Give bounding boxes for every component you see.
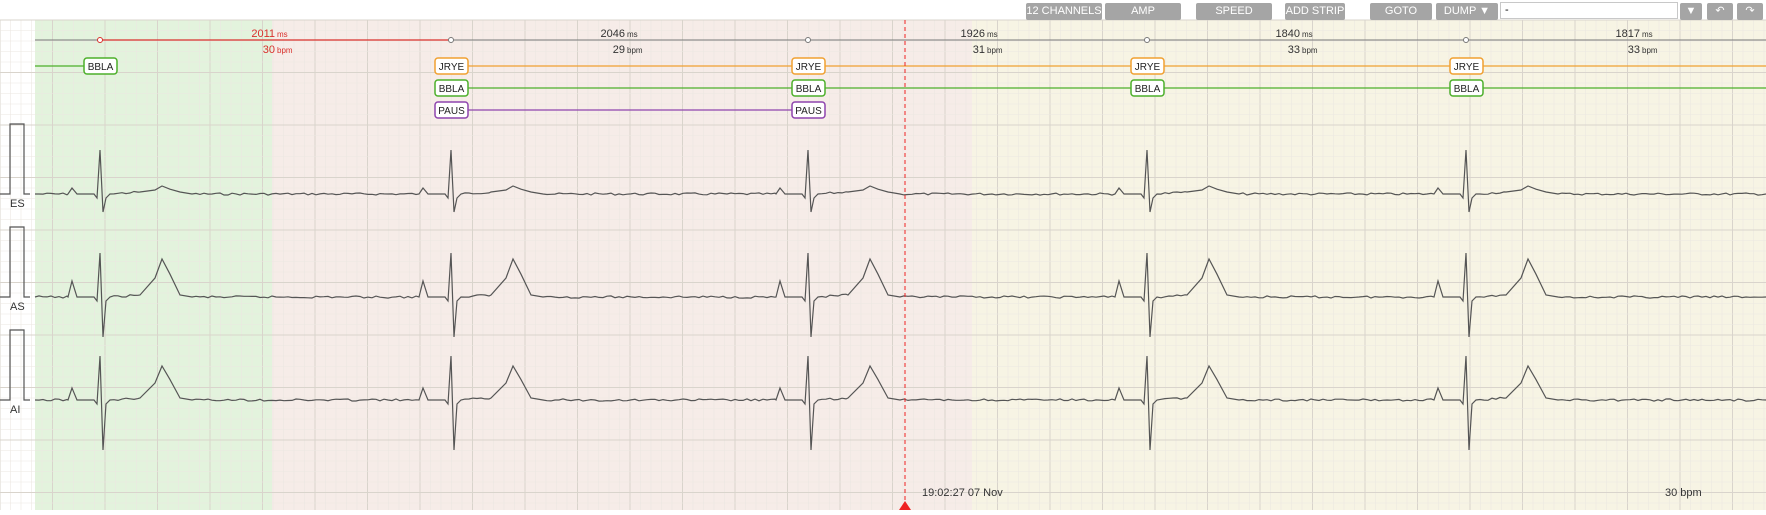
interval-ms: 1926 <box>961 28 985 40</box>
beat-marker[interactable] <box>805 37 811 43</box>
interval-ms: 2011 <box>251 28 275 40</box>
interval-bpm-unit: bpm <box>1302 46 1318 55</box>
annotation-tag-label: JRYE <box>1135 62 1161 73</box>
annotation-tag-label: BBLA <box>1135 84 1161 95</box>
channel-label-es: ES <box>10 198 25 210</box>
interval-ms-unit: ms <box>627 30 638 39</box>
add-strip-button[interactable]: ADD STRIP <box>1285 3 1345 20</box>
beat-marker[interactable] <box>1463 37 1469 43</box>
interval-bpm-unit: bpm <box>987 46 1003 55</box>
undo-icon[interactable]: ↶ <box>1707 3 1733 20</box>
interval-bpm-unit: bpm <box>1642 46 1658 55</box>
interval-ms-unit: ms <box>277 30 288 39</box>
interval-ms: 1840 <box>1276 28 1300 40</box>
annotation-tag-label: JRYE <box>1454 62 1480 73</box>
annotation-tag-label: BBLA <box>796 84 822 95</box>
beat-marker[interactable] <box>1144 37 1150 43</box>
calibration-pulse <box>0 123 30 195</box>
channel-label-as: AS <box>10 301 25 313</box>
interval-bpm-unit: bpm <box>277 46 293 55</box>
interval-bpm: 33 <box>1628 44 1640 56</box>
beat-marker[interactable] <box>97 37 103 43</box>
interval-ms: 2046 <box>601 28 625 40</box>
annotation-tag-label: BBLA <box>88 62 114 73</box>
interval-bpm: 31 <box>973 44 985 56</box>
dump-input[interactable]: - <box>1500 2 1678 19</box>
interval-bpm: 29 <box>613 44 625 56</box>
interval-ms-unit: ms <box>1302 30 1313 39</box>
annotation-tag-label: JRYE <box>796 62 822 73</box>
annotation-tag-label: JRYE <box>439 62 465 73</box>
ecg-canvas[interactable]: 2011 ms30 bpm2046 ms29 bpm1926 ms31 bpm1840 ms3… <box>0 0 1766 510</box>
beat-marker[interactable] <box>448 37 454 43</box>
calibration-pulse <box>0 226 30 298</box>
interval-bpm-unit: bpm <box>627 46 643 55</box>
interval-ms: 1817 <box>1616 28 1640 40</box>
calibration-pulse <box>0 329 30 401</box>
interval-bpm: 33 <box>1288 44 1300 56</box>
interval-ms-unit: ms <box>987 30 998 39</box>
caret-down-icon[interactable]: ▼ <box>1680 3 1702 20</box>
speed-button[interactable]: SPEED <box>1196 3 1272 20</box>
interval-bpm: 30 <box>263 44 275 56</box>
annotation-tag-label: PAUS <box>438 106 465 117</box>
dump-button[interactable]: DUMP ▼ <box>1436 3 1498 20</box>
amp-button[interactable]: AMP <box>1105 3 1181 20</box>
annotation-tag-label: PAUS <box>795 106 822 117</box>
ecg-viewer: 2011 ms 30 bpm 2046 ms 29 bpm 1926 ms 31 bpm 1840 ms 3… <box>0 0 1766 510</box>
channel-label-ai: AI <box>10 404 20 416</box>
cursor-timestamp: 19:02:27 07 Nov <box>922 487 1003 499</box>
channels-button[interactable]: 12 CHANNELS <box>1026 3 1102 20</box>
goto-button[interactable]: GOTO <box>1370 3 1432 20</box>
annotation-tag-label: BBLA <box>1454 84 1480 95</box>
interval-ms-unit: ms <box>1642 30 1653 39</box>
rate-readout: 30 bpm <box>1665 487 1702 499</box>
redo-icon[interactable]: ↷ <box>1737 3 1763 20</box>
annotation-tag-label: BBLA <box>439 84 465 95</box>
